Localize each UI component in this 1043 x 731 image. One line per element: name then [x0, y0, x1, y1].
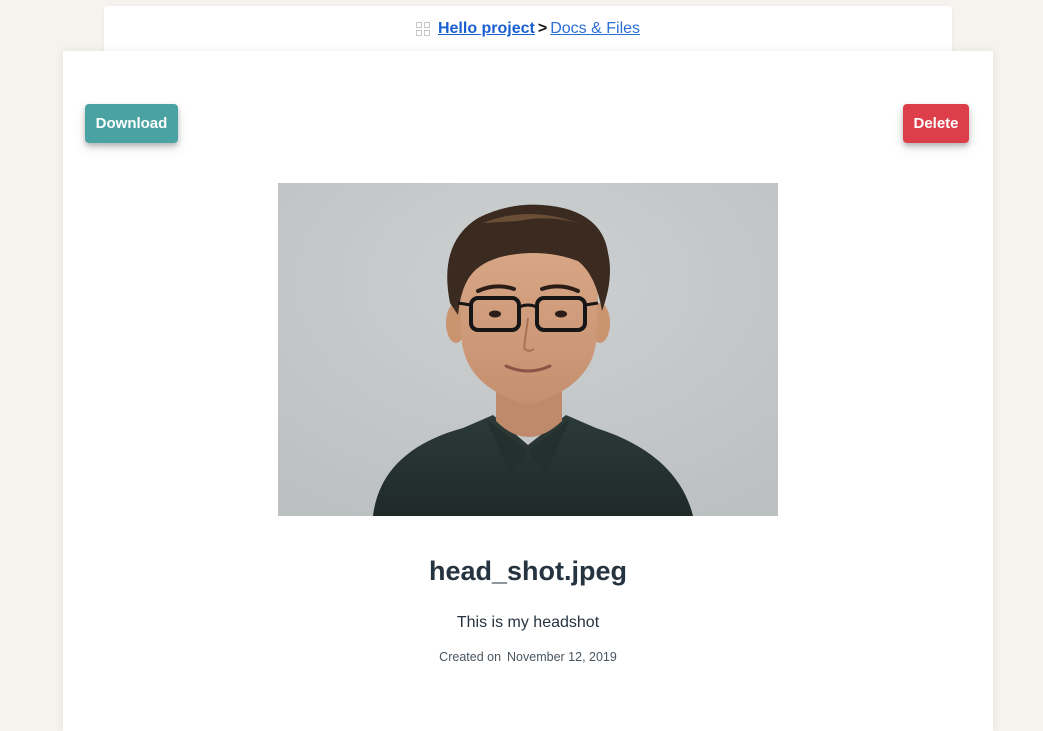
breadcrumb-docs-files-link[interactable]: Docs & Files [550, 20, 640, 38]
breadcrumb: Hello project > Docs & Files [104, 20, 952, 38]
file-image-preview [278, 183, 778, 516]
top-bar: Hello project > Docs & Files [104, 6, 952, 54]
delete-button[interactable]: Delete [903, 104, 969, 143]
file-name-heading: head_shot.jpeg [428, 556, 628, 586]
file-description: This is my headshot [456, 614, 600, 631]
breadcrumb-project-link[interactable]: Hello project [438, 20, 535, 38]
created-date: November 12, 2019 [507, 650, 617, 664]
breadcrumb-separator: > [537, 20, 548, 37]
file-detail-card: Download Delete head_shot.jpeg This is m… [63, 51, 993, 731]
grid-icon [415, 22, 430, 36]
download-button[interactable]: Download [85, 104, 178, 143]
created-date-line: Created on November 12, 2019 [63, 650, 993, 664]
created-label: Created on [439, 650, 502, 664]
